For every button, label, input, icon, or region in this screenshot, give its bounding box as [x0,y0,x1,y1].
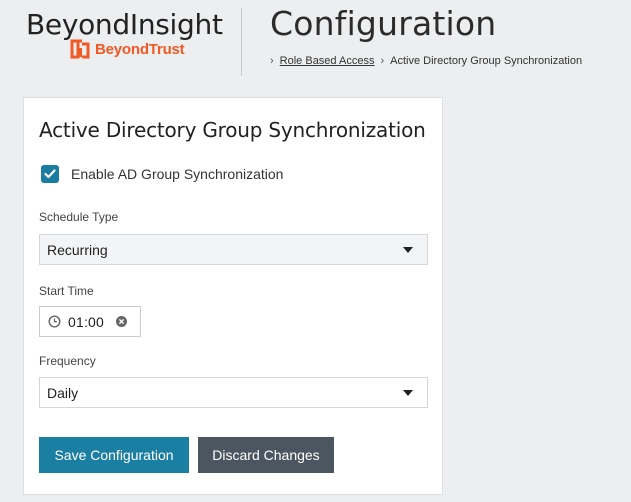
ad-sync-card: Active Directory Group Synchronization E… [23,97,443,495]
start-time-label: Start Time [39,284,94,298]
brand-name: BeyondInsight [26,8,223,41]
start-time-value: 01:00 [68,313,105,330]
clear-circle-icon[interactable] [116,316,128,327]
page: BeyondInsight BeyondTrust Configuration … [0,0,631,502]
card-title: Active Directory Group Synchronization [39,118,426,142]
schedule-type-select[interactable]: Recurring [39,234,428,265]
chevron-down-icon [403,389,413,396]
start-time-input[interactable]: 01:00 [39,306,141,337]
frequency-label: Frequency [39,354,96,368]
frequency-value: Daily [47,384,79,401]
enable-sync-label[interactable]: Enable AD Group Synchronization [71,166,283,182]
beyondtrust-logo-icon [70,38,90,60]
breadcrumb-role-based-access[interactable]: Role Based Access [280,55,375,67]
page-title: Configuration [270,4,497,43]
schedule-type-label: Schedule Type [39,210,119,224]
chevron-right-icon: › [270,55,274,67]
breadcrumb: › Role Based Access › Active Directory G… [270,55,582,67]
brand: BeyondInsight [26,8,226,42]
save-configuration-button[interactable]: Save Configuration [39,437,189,473]
discard-changes-button[interactable]: Discard Changes [198,437,334,473]
enable-sync-checkbox[interactable] [41,165,59,183]
brand-logo-text: BeyondTrust [95,40,185,58]
brand-logo: BeyondTrust [70,38,185,60]
breadcrumb-current: Active Directory Group Synchronization [390,55,583,67]
checkmark-icon [44,169,56,179]
clock-icon [48,315,61,328]
frequency-select[interactable]: Daily [39,377,428,408]
enable-sync-row: Enable AD Group Synchronization [41,165,283,183]
header-divider [241,8,242,76]
chevron-down-icon [403,246,413,253]
chevron-right-icon: › [380,55,385,67]
schedule-type-value: Recurring [47,241,108,258]
